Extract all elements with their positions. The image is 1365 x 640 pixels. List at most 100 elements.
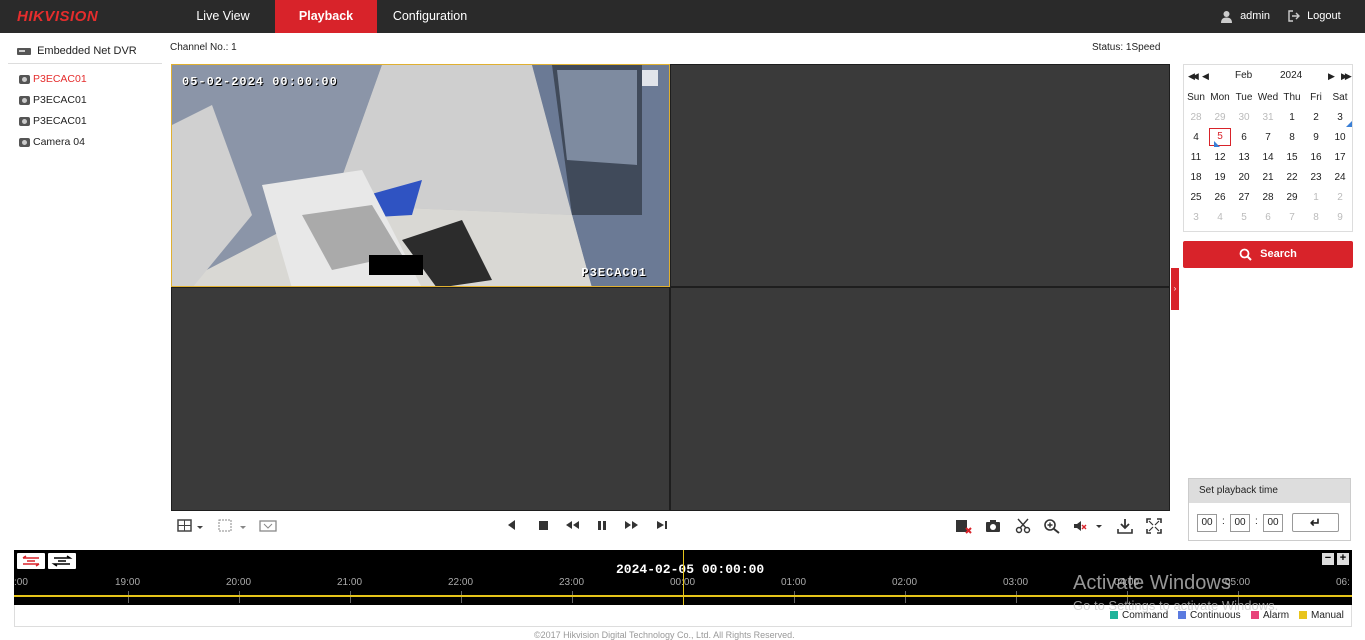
video-window-4[interactable] — [670, 287, 1170, 511]
camera-label: P3ECAC01 — [33, 94, 87, 106]
tab-live-view[interactable]: Live View — [178, 0, 268, 33]
calendar-day[interactable]: 7 — [1256, 127, 1280, 147]
calendar-day[interactable]: 9 — [1304, 127, 1328, 147]
calendar-day[interactable]: 5 — [1232, 207, 1256, 227]
calendar-day[interactable]: 12 — [1208, 147, 1232, 167]
prev-month-icon[interactable]: ◀ — [1202, 65, 1209, 87]
user-menu[interactable]: admin — [1220, 0, 1270, 33]
second-input[interactable]: 00 — [1263, 514, 1283, 532]
stop-button[interactable] — [533, 518, 553, 536]
camera-item-4[interactable]: Camera 04 — [8, 132, 162, 153]
hour-input[interactable]: 00 — [1197, 514, 1217, 532]
window-mode-button[interactable] — [217, 518, 247, 536]
calendar-day[interactable]: 6 — [1256, 207, 1280, 227]
next-year-icon[interactable]: ▶▶ — [1341, 65, 1352, 87]
weekday-label: Fri — [1310, 91, 1322, 103]
calendar-day[interactable]: 6 — [1232, 127, 1256, 147]
timeline-tick-mark — [350, 591, 351, 603]
camera-item-2[interactable]: P3ECAC01 — [8, 90, 162, 111]
hikvision-logo: HIKVISION — [17, 8, 99, 25]
calendar-day[interactable]: 11 — [1184, 147, 1208, 167]
calendar-day[interactable]: 21 — [1256, 167, 1280, 187]
calendar-day[interactable]: 8 — [1304, 207, 1328, 227]
calendar-day[interactable]: 15 — [1280, 147, 1304, 167]
calendar-day[interactable]: 13 — [1232, 147, 1256, 167]
capture-icon[interactable] — [983, 518, 1003, 536]
fast-forward-button[interactable] — [622, 518, 642, 536]
calendar-day[interactable]: 28 — [1184, 107, 1208, 127]
calendar-day[interactable]: 14 — [1256, 147, 1280, 167]
search-button[interactable]: Search — [1183, 241, 1353, 268]
device-node[interactable]: Embedded Net DVR — [8, 40, 162, 64]
calendar-day-selected[interactable]: 5 — [1208, 127, 1232, 147]
channel-number: Channel No.: 1 — [170, 42, 237, 53]
single-frame-button[interactable] — [652, 518, 672, 536]
calendar-day[interactable]: 29 — [1280, 187, 1304, 207]
calendar-day[interactable]: 2 — [1328, 187, 1352, 207]
calendar-day[interactable]: 31 — [1256, 107, 1280, 127]
calendar-day[interactable]: 17 — [1328, 147, 1352, 167]
calendar-day[interactable]: 27 — [1232, 187, 1256, 207]
timeline-tick: 23:00 — [559, 577, 585, 588]
calendar-day[interactable]: 29 — [1208, 107, 1232, 127]
clip-icon[interactable] — [1013, 518, 1033, 536]
calendar-day[interactable]: 4 — [1208, 207, 1232, 227]
calendar-day[interactable]: 23 — [1304, 167, 1328, 187]
slow-forward-button[interactable] — [562, 518, 582, 536]
logout-button[interactable]: Logout — [1288, 0, 1341, 33]
calendar-day[interactable]: 4 — [1184, 127, 1208, 147]
fullscreen-icon[interactable] — [1144, 518, 1164, 536]
activate-windows-watermark: Activate Windows — [1073, 572, 1231, 594]
video-window-1[interactable]: 05-02-2024 00:00:00 P3ECAC01 — [171, 64, 670, 287]
download-icon[interactable] — [1115, 518, 1135, 536]
calendar-day[interactable]: 20 — [1232, 167, 1256, 187]
panel-collapse-toggle[interactable]: › — [1171, 268, 1179, 310]
zoom-out-button[interactable]: − — [1322, 553, 1334, 565]
calendar-day[interactable]: 26 — [1208, 187, 1232, 207]
calendar-day[interactable]: 1 — [1280, 107, 1304, 127]
calendar-day[interactable]: 28 — [1256, 187, 1280, 207]
video-window-3[interactable] — [171, 287, 670, 511]
timeline-current-time: 2024-02-05 00:00:00 — [616, 562, 765, 577]
calendar-day-recorded[interactable]: 3 — [1328, 107, 1352, 127]
digital-zoom-icon[interactable] — [1042, 518, 1062, 536]
calendar-day[interactable]: 7 — [1280, 207, 1304, 227]
calendar-day[interactable]: 8 — [1280, 127, 1304, 147]
day-number: 3 — [1337, 111, 1343, 123]
audio-volume-icon[interactable] — [1072, 518, 1106, 536]
calendar-day[interactable]: 1 — [1304, 187, 1328, 207]
calendar-day[interactable]: 9 — [1328, 207, 1352, 227]
calendar-day[interactable]: 3 — [1184, 207, 1208, 227]
pause-button[interactable] — [592, 518, 612, 536]
calendar-day[interactable]: 25 — [1184, 187, 1208, 207]
tab-configuration[interactable]: Configuration — [380, 0, 480, 33]
calendar-day[interactable]: 30 — [1232, 107, 1256, 127]
calendar-day[interactable]: 16 — [1304, 147, 1328, 167]
calendar-day[interactable]: 2 — [1304, 107, 1328, 127]
previous-segment-button[interactable] — [17, 553, 45, 569]
video-window-2[interactable] — [670, 64, 1170, 287]
next-month-icon[interactable]: ▶ — [1328, 65, 1335, 87]
prev-year-icon[interactable]: ◀◀ — [1188, 65, 1199, 87]
tab-playback[interactable]: Playback — [275, 0, 377, 33]
layout-split-button[interactable] — [176, 518, 206, 536]
camera-item-3[interactable]: P3ECAC01 — [8, 111, 162, 132]
stop-all-recording-icon[interactable] — [953, 518, 973, 536]
sync-playback-icon[interactable] — [258, 518, 278, 536]
calendar-day[interactable]: 18 — [1184, 167, 1208, 187]
calendar-month[interactable]: Feb — [1235, 65, 1252, 87]
enter-time-button[interactable]: ↵ — [1292, 513, 1339, 532]
reverse-play-button[interactable] — [501, 518, 521, 536]
camera-item-1[interactable]: P3ECAC01 — [8, 69, 162, 90]
calendar-day[interactable]: 24 — [1328, 167, 1352, 187]
calendar-day[interactable]: 22 — [1280, 167, 1304, 187]
calendar-year[interactable]: 2024 — [1280, 65, 1302, 87]
minute-input[interactable]: 00 — [1230, 514, 1250, 532]
time-separator: : — [1222, 516, 1225, 527]
timeline-cursor[interactable] — [683, 550, 684, 605]
next-segment-button[interactable] — [48, 553, 76, 569]
calendar-day[interactable]: 10 — [1328, 127, 1352, 147]
zoom-in-button[interactable]: + — [1337, 553, 1349, 565]
timeline-tick: 06: — [1336, 577, 1350, 588]
calendar-day[interactable]: 19 — [1208, 167, 1232, 187]
